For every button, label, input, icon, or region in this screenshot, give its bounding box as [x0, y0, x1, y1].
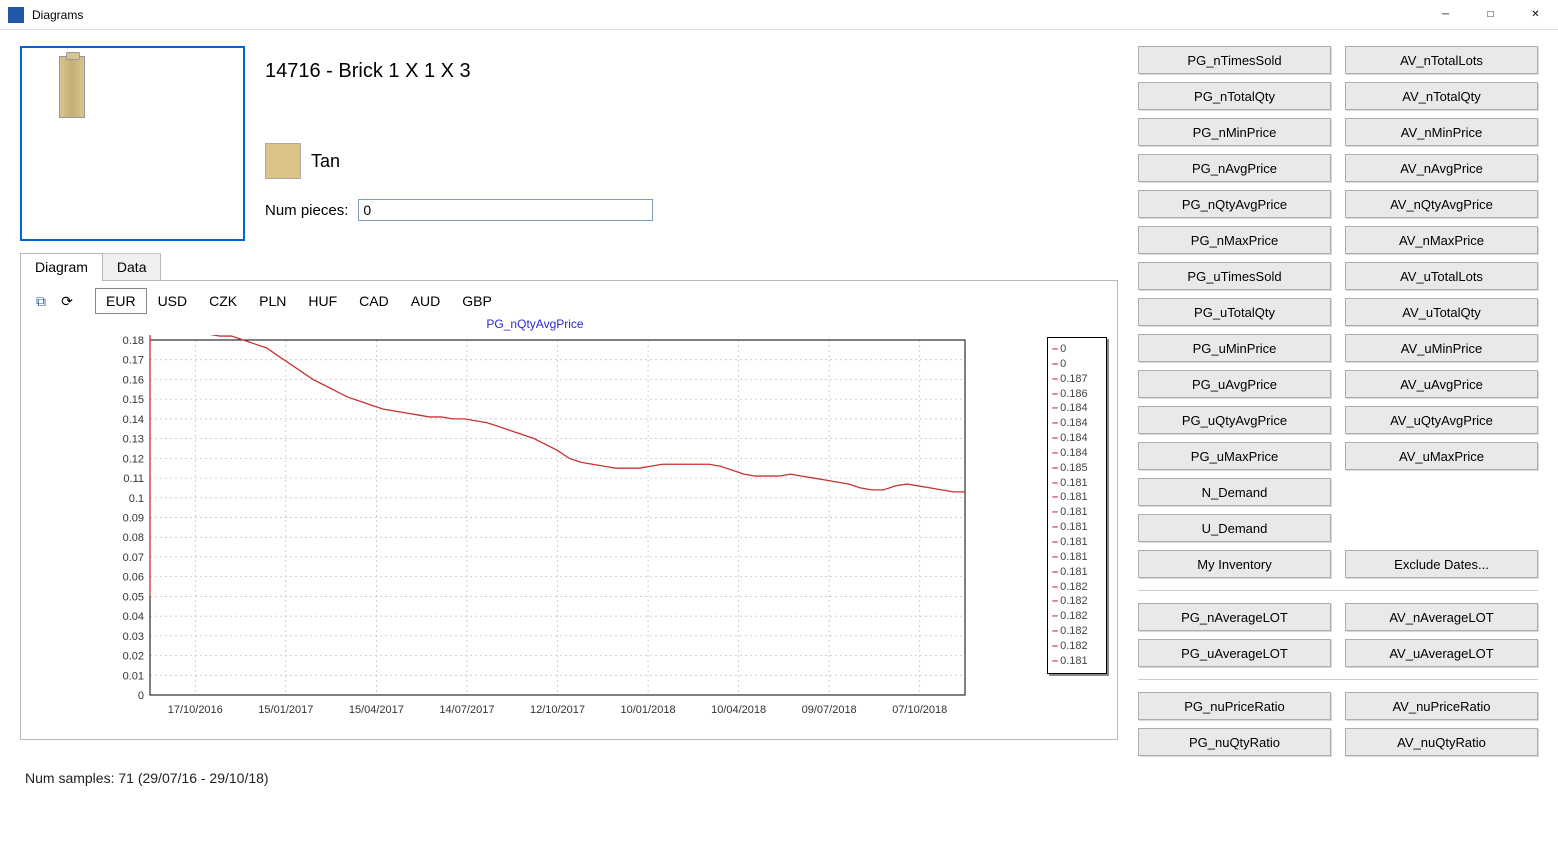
- metric-avnmaxprice[interactable]: AV_nMaxPrice: [1345, 226, 1538, 254]
- svg-text:09/07/2018: 09/07/2018: [802, 704, 857, 716]
- svg-text:17/10/2016: 17/10/2016: [168, 704, 223, 716]
- status-bar: Num samples: 71 (29/07/16 - 29/10/18): [0, 764, 1558, 796]
- svg-text:0.03: 0.03: [123, 631, 144, 643]
- metric-avuqtyavgprice[interactable]: AV_uQtyAvgPrice: [1345, 406, 1538, 434]
- metric-pgntotalqty[interactable]: PG_nTotalQty: [1138, 82, 1331, 110]
- svg-text:0.06: 0.06: [123, 572, 144, 584]
- color-swatch: [265, 143, 301, 179]
- currency-usd[interactable]: USD: [147, 288, 199, 314]
- metric-avnupriceratio[interactable]: AV_nuPriceRatio: [1345, 692, 1538, 720]
- item-thumbnail: [20, 46, 245, 241]
- metric-pgntimessold[interactable]: PG_nTimesSold: [1138, 46, 1331, 74]
- svg-text:10/01/2018: 10/01/2018: [621, 704, 676, 716]
- metric-ndemand[interactable]: N_Demand: [1138, 478, 1331, 506]
- metric-pguavgprice[interactable]: PG_uAvgPrice: [1138, 370, 1331, 398]
- metric-avumaxprice[interactable]: AV_uMaxPrice: [1345, 442, 1538, 470]
- svg-text:0.16: 0.16: [123, 374, 144, 386]
- svg-text:15/01/2017: 15/01/2017: [258, 704, 313, 716]
- metric-avnminprice[interactable]: AV_nMinPrice: [1345, 118, 1538, 146]
- svg-text:10/04/2018: 10/04/2018: [711, 704, 766, 716]
- svg-text:0: 0: [138, 690, 144, 702]
- svg-text:15/04/2017: 15/04/2017: [349, 704, 404, 716]
- chart-legend: –0–0–0.187–0.186–0.184–0.184–0.184–0.184…: [1047, 337, 1107, 674]
- metric-pgnmaxprice[interactable]: PG_nMaxPrice: [1138, 226, 1331, 254]
- metric-pguqtyavgprice[interactable]: PG_uQtyAvgPrice: [1138, 406, 1331, 434]
- metric-pgutimessold[interactable]: PG_uTimesSold: [1138, 262, 1331, 290]
- metric-avnaveragelot[interactable]: AV_nAverageLOT: [1345, 603, 1538, 631]
- currency-pln[interactable]: PLN: [248, 288, 297, 314]
- tab-data[interactable]: Data: [102, 253, 162, 280]
- metric-avnuqtyratio[interactable]: AV_nuQtyRatio: [1345, 728, 1538, 756]
- maximize-button[interactable]: □: [1468, 0, 1513, 30]
- line-chart: 0 0.01 0.02 0.03 0.04 0.05 0.06 0.07 0.08 0.09 0.1…: [31, 335, 1039, 725]
- num-pieces-label: Num pieces:: [265, 202, 348, 219]
- tab-body-diagram: ⧉ ⟳ EURUSDCZKPLNHUFCADAUDGBP PG_nQtyAvgP…: [20, 280, 1118, 740]
- item-title: 14716 - Brick 1 X 1 X 3: [265, 60, 1118, 83]
- svg-text:0.04: 0.04: [123, 611, 144, 623]
- metric-pgutotalqty[interactable]: PG_uTotalQty: [1138, 298, 1331, 326]
- currency-gbp[interactable]: GBP: [451, 288, 503, 314]
- svg-text:0.14: 0.14: [123, 414, 144, 426]
- svg-text:0.08: 0.08: [123, 532, 144, 544]
- metric-pgnavgprice[interactable]: PG_nAvgPrice: [1138, 154, 1331, 182]
- chart-title: PG_nQtyAvgPrice: [31, 317, 1039, 331]
- metric-pguaveragelot[interactable]: PG_uAverageLOT: [1138, 639, 1331, 667]
- metric-pgnuqtyratio[interactable]: PG_nuQtyRatio: [1138, 728, 1331, 756]
- refresh-icon[interactable]: ⟳: [57, 291, 77, 311]
- svg-text:07/10/2018: 07/10/2018: [892, 704, 947, 716]
- svg-text:14/07/2017: 14/07/2017: [439, 704, 494, 716]
- svg-text:0.05: 0.05: [123, 591, 144, 603]
- svg-text:0.17: 0.17: [123, 355, 144, 367]
- currency-cad[interactable]: CAD: [348, 288, 400, 314]
- close-button[interactable]: ✕: [1513, 0, 1558, 30]
- metric-pguminprice[interactable]: PG_uMinPrice: [1138, 334, 1331, 362]
- currency-huf[interactable]: HUF: [297, 288, 348, 314]
- minimize-button[interactable]: ─: [1423, 0, 1468, 30]
- currency-czk[interactable]: CZK: [198, 288, 248, 314]
- metric-excludedates[interactable]: Exclude Dates...: [1345, 550, 1538, 578]
- metric-avuaveragelot[interactable]: AV_uAverageLOT: [1345, 639, 1538, 667]
- metric-avuavgprice[interactable]: AV_uAvgPrice: [1345, 370, 1538, 398]
- metric-button-grid: PG_nTimesSold AV_nTotalLots PG_nTotalQty AV…: [1138, 46, 1538, 756]
- currency-aud[interactable]: AUD: [400, 288, 452, 314]
- app-icon: [8, 7, 24, 23]
- svg-text:0.12: 0.12: [123, 453, 144, 465]
- svg-text:0.09: 0.09: [123, 513, 144, 525]
- svg-text:0.18: 0.18: [123, 335, 144, 347]
- svg-text:0.02: 0.02: [123, 651, 144, 663]
- tab-strip: Diagram Data: [20, 253, 1118, 280]
- svg-text:0.15: 0.15: [123, 394, 144, 406]
- metric-pgnqtyavgprice[interactable]: PG_nQtyAvgPrice: [1138, 190, 1331, 218]
- metric-avnqtyavgprice[interactable]: AV_nQtyAvgPrice: [1345, 190, 1538, 218]
- metric-avntotallots[interactable]: AV_nTotalLots: [1345, 46, 1538, 74]
- tab-diagram[interactable]: Diagram: [20, 253, 103, 281]
- metric-pgnaveragelot[interactable]: PG_nAverageLOT: [1138, 603, 1331, 631]
- metric-pgnupriceratio[interactable]: PG_nuPriceRatio: [1138, 692, 1331, 720]
- window-title: Diagrams: [32, 8, 1423, 22]
- currency-eur[interactable]: EUR: [95, 288, 147, 314]
- svg-text:0.11: 0.11: [123, 473, 144, 485]
- svg-text:0.1: 0.1: [129, 493, 144, 505]
- titlebar: Diagrams ─ □ ✕: [0, 0, 1558, 30]
- metric-avuminprice[interactable]: AV_uMinPrice: [1345, 334, 1538, 362]
- metric-myinventory[interactable]: My Inventory: [1138, 550, 1331, 578]
- metric-avntotalqty[interactable]: AV_nTotalQty: [1345, 82, 1538, 110]
- color-name: Tan: [311, 151, 340, 172]
- metric-pgnminprice[interactable]: PG_nMinPrice: [1138, 118, 1331, 146]
- metric-pgumaxprice[interactable]: PG_uMaxPrice: [1138, 442, 1331, 470]
- metric-avnavgprice[interactable]: AV_nAvgPrice: [1345, 154, 1538, 182]
- copy-icon[interactable]: ⧉: [31, 291, 51, 311]
- svg-text:12/10/2017: 12/10/2017: [530, 704, 585, 716]
- svg-text:0.13: 0.13: [123, 434, 144, 446]
- svg-text:0.01: 0.01: [123, 670, 144, 682]
- metric-udemand[interactable]: U_Demand: [1138, 514, 1331, 542]
- num-pieces-input[interactable]: [358, 199, 653, 221]
- metric-avutotalqty[interactable]: AV_uTotalQty: [1345, 298, 1538, 326]
- metric-avutotallots[interactable]: AV_uTotalLots: [1345, 262, 1538, 290]
- svg-text:0.07: 0.07: [123, 552, 144, 564]
